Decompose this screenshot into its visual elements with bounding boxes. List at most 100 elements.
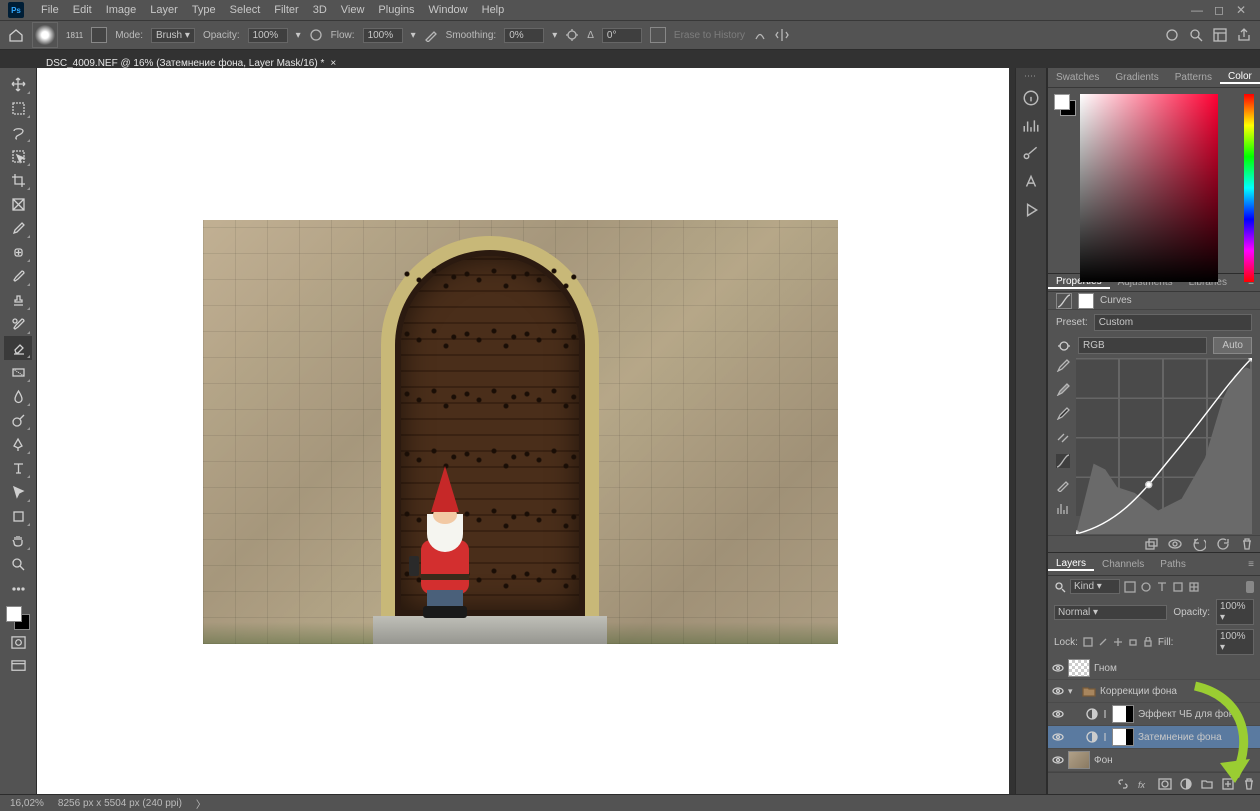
filter-smart-icon[interactable]: [1188, 581, 1200, 593]
brushes-icon[interactable]: [1022, 145, 1040, 163]
history-brush-tool[interactable]: [4, 312, 32, 336]
dodge-tool[interactable]: [4, 408, 32, 432]
tab-paths[interactable]: Paths: [1152, 559, 1194, 570]
link-icon[interactable]: [1102, 732, 1108, 742]
layer-row[interactable]: Фон: [1048, 749, 1260, 772]
sampler-black-icon[interactable]: [1056, 406, 1070, 420]
eraser-tool[interactable]: [4, 336, 32, 360]
flow-input[interactable]: 100%: [363, 28, 403, 43]
opacity-input[interactable]: 100%: [248, 28, 288, 43]
tab-color[interactable]: Color: [1220, 71, 1260, 84]
angle-input[interactable]: 0°: [602, 28, 642, 43]
home-icon[interactable]: [8, 27, 24, 43]
layer-style-icon[interactable]: fx: [1137, 777, 1151, 791]
reset-icon[interactable]: [1216, 537, 1230, 551]
lock-paint-icon[interactable]: [1098, 637, 1108, 647]
healing-tool[interactable]: [4, 240, 32, 264]
sampler-white-icon[interactable]: [1056, 358, 1070, 372]
layer-name[interactable]: Фон: [1094, 755, 1256, 766]
window-close[interactable]: ✕: [1230, 3, 1252, 17]
angle-preview[interactable]: [650, 27, 666, 43]
mode-select[interactable]: Brush ▾: [151, 28, 195, 43]
visibility-icon[interactable]: [1052, 754, 1064, 766]
filter-adjust-icon[interactable]: [1140, 581, 1152, 593]
eyedropper-tool[interactable]: [4, 216, 32, 240]
pencil-mode-icon[interactable]: [1056, 478, 1070, 492]
tab-swatches[interactable]: Swatches: [1048, 72, 1107, 83]
smoothing-options-icon[interactable]: [565, 28, 579, 42]
menu-file[interactable]: File: [34, 1, 66, 19]
adjustment-layer-icon[interactable]: [1179, 777, 1193, 791]
path-select-tool[interactable]: [4, 480, 32, 504]
channel-select[interactable]: RGB: [1078, 337, 1207, 354]
layer-mask-icon[interactable]: [1158, 777, 1172, 791]
layer-row[interactable]: Гном: [1048, 657, 1260, 680]
filter-search-icon[interactable]: [1054, 581, 1066, 593]
status-zoom[interactable]: 16,02%: [10, 798, 44, 809]
share-icon[interactable]: [1236, 27, 1252, 43]
filter-shape-icon[interactable]: [1172, 581, 1184, 593]
airbrush-icon[interactable]: [424, 28, 438, 42]
filter-type-icon[interactable]: [1156, 581, 1168, 593]
brush-preview[interactable]: [32, 22, 58, 48]
info-icon[interactable]: [1022, 89, 1040, 107]
blur-tool[interactable]: [4, 384, 32, 408]
layer-thumb[interactable]: [1068, 751, 1090, 769]
toggle-visibility-icon[interactable]: [1168, 537, 1182, 551]
visibility-icon[interactable]: [1052, 685, 1064, 697]
menu-3d[interactable]: 3D: [306, 1, 334, 19]
menu-help[interactable]: Help: [475, 1, 512, 19]
crop-tool[interactable]: [4, 168, 32, 192]
link-icon[interactable]: [1102, 709, 1108, 719]
histogram-icon[interactable]: [1022, 117, 1040, 135]
menu-layer[interactable]: Layer: [143, 1, 185, 19]
lock-trans-icon[interactable]: [1083, 637, 1093, 647]
lock-all-icon[interactable]: [1143, 637, 1153, 647]
brush-panel-icon[interactable]: [91, 27, 107, 43]
hue-slider[interactable]: [1244, 94, 1254, 282]
window-minimize[interactable]: —: [1186, 3, 1208, 17]
menu-plugins[interactable]: Plugins: [371, 1, 421, 19]
pen-tool[interactable]: [4, 432, 32, 456]
pressure-opacity-icon[interactable]: [309, 28, 323, 42]
hand-tool[interactable]: [4, 528, 32, 552]
prev-state-icon[interactable]: [1192, 537, 1206, 551]
edit-points-icon[interactable]: [1056, 430, 1070, 444]
screen-mode-icon[interactable]: [4, 654, 32, 678]
stamp-tool[interactable]: [4, 288, 32, 312]
smoothing-input[interactable]: 0%: [504, 28, 544, 43]
filter-pixel-icon[interactable]: [1124, 581, 1136, 593]
visibility-icon[interactable]: [1052, 662, 1064, 674]
object-select-tool[interactable]: [4, 144, 32, 168]
character-icon[interactable]: [1022, 173, 1040, 191]
edit-toolbar[interactable]: [4, 576, 32, 600]
fill-input[interactable]: 100% ▾: [1216, 629, 1254, 655]
canvas[interactable]: [37, 68, 1015, 795]
fg-bg-swatch[interactable]: [1054, 94, 1076, 116]
tab-channels[interactable]: Channels: [1094, 559, 1152, 570]
mask-thumb-icon[interactable]: [1078, 293, 1094, 309]
type-tool[interactable]: [4, 456, 32, 480]
curve-mode-icon[interactable]: [1056, 454, 1070, 468]
brush-tool[interactable]: [4, 264, 32, 288]
actions-icon[interactable]: [1022, 201, 1040, 219]
link-layers-icon[interactable]: [1116, 777, 1130, 791]
workspace-icon[interactable]: [1212, 27, 1228, 43]
group-icon[interactable]: [1200, 777, 1214, 791]
sampler-gray-icon[interactable]: [1056, 382, 1070, 396]
layer-name[interactable]: Эффект ЧБ для фона: [1138, 709, 1256, 720]
frame-tool[interactable]: [4, 192, 32, 216]
clip-layer-icon[interactable]: [1144, 537, 1158, 551]
shape-tool[interactable]: [4, 504, 32, 528]
delete-layer-icon[interactable]: [1242, 777, 1256, 791]
layer-name[interactable]: Гном: [1094, 663, 1256, 674]
layer-opacity-input[interactable]: 100% ▾: [1216, 599, 1254, 625]
filter-toggle[interactable]: [1246, 581, 1254, 593]
lock-nest-icon[interactable]: [1128, 637, 1138, 647]
menu-edit[interactable]: Edit: [66, 1, 99, 19]
color-field[interactable]: [1080, 94, 1218, 282]
menu-type[interactable]: Type: [185, 1, 223, 19]
blend-mode-select[interactable]: Normal ▾: [1054, 605, 1167, 620]
clip-histogram-icon[interactable]: [1056, 502, 1070, 516]
cloud-docs-icon[interactable]: [1164, 27, 1180, 43]
